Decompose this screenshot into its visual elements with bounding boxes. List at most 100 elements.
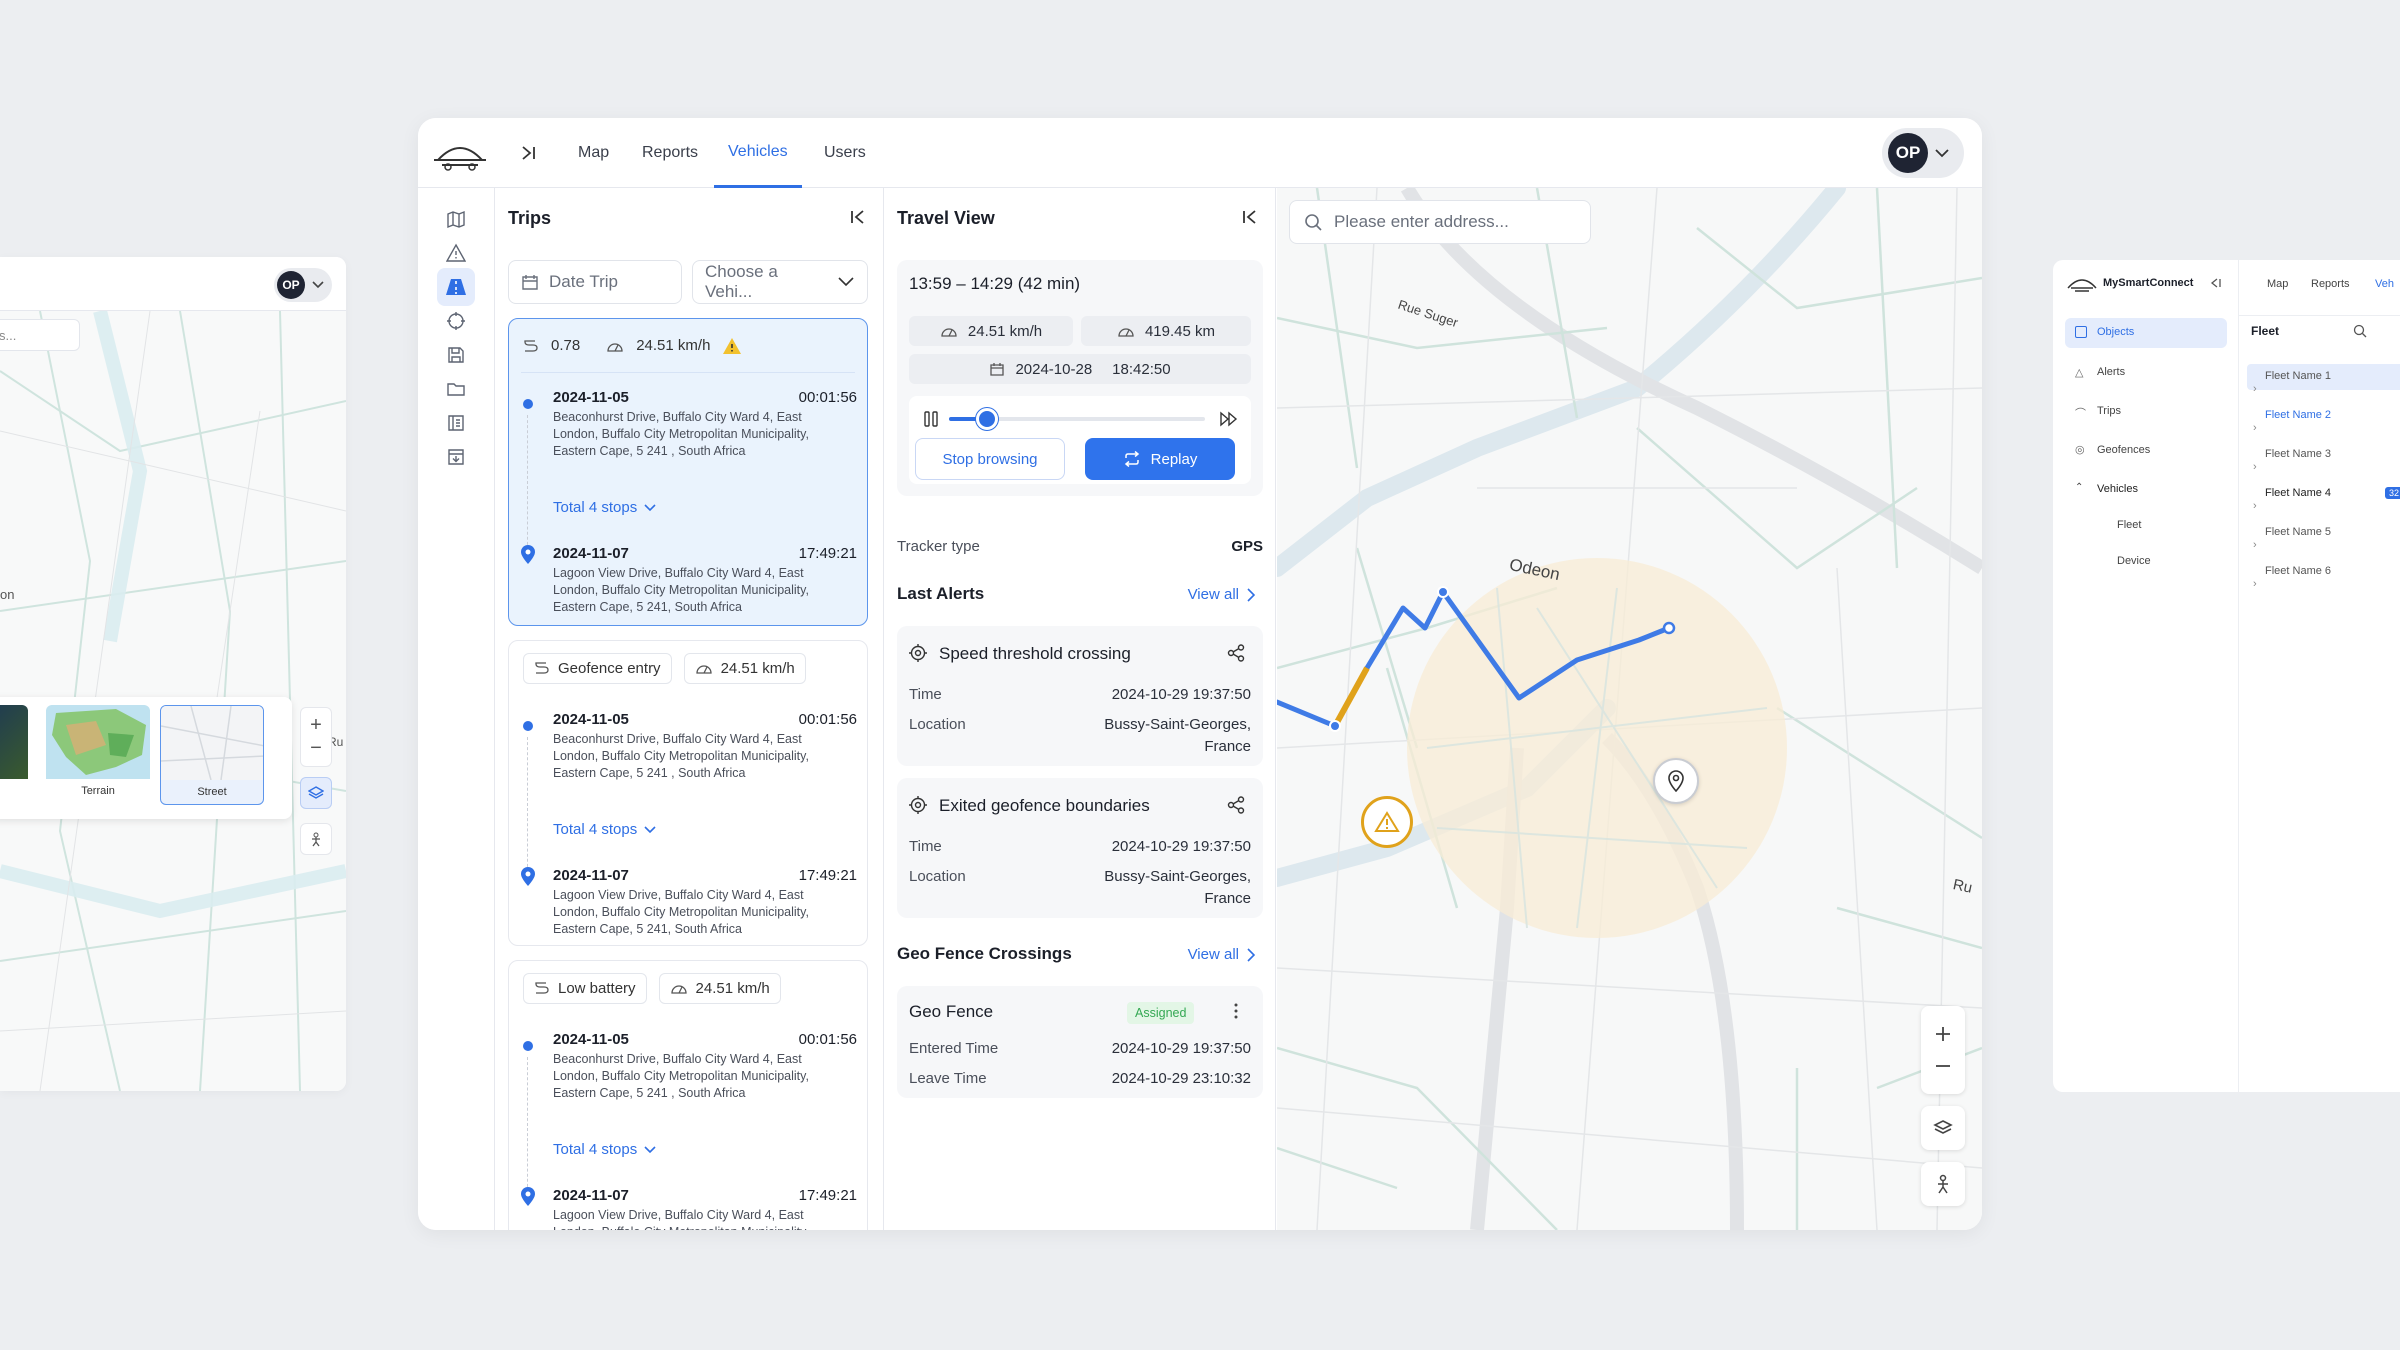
route-icon: [524, 339, 538, 352]
map-style-street[interactable]: Street: [160, 705, 264, 805]
sidebar-item-folders[interactable]: [437, 370, 475, 408]
share-icon[interactable]: [1227, 644, 1245, 662]
menu-item-device[interactable]: Device: [2117, 555, 2151, 567]
menu-item-trips[interactable]: Trips: [2097, 405, 2121, 417]
trips-title: Trips: [508, 208, 552, 228]
sidebar-item-map[interactable]: [437, 200, 475, 238]
tab-reports[interactable]: Reports: [2311, 278, 2350, 290]
travel-view-panel: Travel View 13:59 – 14:29 (42 min) 24.51…: [885, 188, 1276, 1230]
fleet-row[interactable]: Fleet Name 1: [2265, 370, 2331, 382]
replay-button[interactable]: Replay: [1085, 438, 1235, 480]
search-icon[interactable]: [2353, 324, 2367, 338]
chevron-right-icon: [1247, 587, 1255, 602]
geo-view-all-link[interactable]: View all: [1188, 946, 1255, 963]
map-style-satellite[interactable]: [0, 705, 28, 805]
zoom-out-icon[interactable]: −: [310, 737, 322, 760]
fleet-row[interactable]: Fleet Name 6: [2265, 565, 2331, 577]
layers-button[interactable]: [300, 777, 332, 809]
menu-item-fleet[interactable]: Fleet: [2117, 519, 2141, 531]
fleet-row[interactable]: Fleet Name 2: [2265, 409, 2331, 421]
expand-sidebar-icon[interactable]: [520, 144, 538, 162]
search-icon: [1305, 214, 1322, 231]
sidebar-item-reports[interactable]: [437, 404, 475, 442]
tab-map[interactable]: Map: [578, 118, 609, 188]
fleet-row[interactable]: Fleet Name 4: [2265, 487, 2331, 499]
menu-item-objects[interactable]: [2065, 318, 2227, 348]
stops-toggle[interactable]: Total 4 stops: [553, 821, 657, 838]
menu-item-vehicles[interactable]: Vehicles: [2097, 483, 2138, 495]
tab-map[interactable]: Map: [2267, 278, 2288, 290]
zoom-in-icon[interactable]: +: [310, 714, 322, 737]
map-view[interactable]: Rue Suger Odeon Ru Please enter address.…: [1277, 188, 1982, 1230]
menu-item-geofences[interactable]: Geofences: [2097, 444, 2150, 456]
chevron-up-icon[interactable]: ⌃: [2075, 482, 2083, 493]
tab-reports[interactable]: Reports: [642, 118, 698, 188]
fast-forward-icon[interactable]: [1219, 410, 1239, 428]
sidebar-item-trips[interactable]: [437, 268, 475, 306]
zoom-in-icon[interactable]: [1934, 1025, 1952, 1043]
route-waypoint[interactable]: [1437, 586, 1449, 598]
fleet-title: Fleet: [2251, 324, 2280, 338]
tab-users[interactable]: Users: [824, 118, 866, 188]
menu-item-alerts[interactable]: Alerts: [2097, 366, 2125, 378]
trip-card[interactable]: Geofence entry 24.51 km/h 2024-11-05 00:…: [508, 640, 868, 946]
geo-fence-card[interactable]: Geo Fence Assigned Entered Time 2024-10-…: [897, 986, 1263, 1098]
pegman-icon: [1938, 1174, 1948, 1194]
alert-location-line1: Bussy-Saint-Georges,: [1104, 716, 1251, 733]
user-menu[interactable]: OP: [1882, 128, 1964, 178]
fleet-row[interactable]: Fleet Name 3: [2265, 448, 2331, 460]
stops-toggle[interactable]: Total 4 stops: [553, 499, 657, 516]
stop-browsing-button[interactable]: Stop browsing: [915, 438, 1065, 480]
trip-card-header: 0.78 24.51 km/h: [521, 319, 855, 373]
tab-vehicles[interactable]: Veh: [2375, 278, 2394, 290]
sidebar-item-download[interactable]: [437, 438, 475, 476]
vehicle-select[interactable]: Choose a Vehi...: [692, 260, 868, 304]
right-panel-sidebar: MySmartConnect Objects △ Alerts ⌒ Trips …: [2053, 260, 2239, 1092]
address-search-input[interactable]: Please enter address...: [1289, 200, 1591, 244]
tab-vehicles[interactable]: Vehicles: [714, 118, 802, 188]
save-icon: [448, 347, 464, 363]
trip-card[interactable]: 0.78 24.51 km/h 2024-11-05 00:01:56 Beac…: [508, 318, 868, 626]
street-view-button[interactable]: [1921, 1162, 1965, 1206]
chevron-down-icon: [838, 277, 854, 287]
more-vertical-icon[interactable]: [1227, 1002, 1245, 1020]
share-icon[interactable]: [1227, 796, 1245, 814]
date-trip-input[interactable]: Date Trip: [508, 260, 682, 304]
collapse-panel-icon[interactable]: [848, 208, 866, 226]
sidebar-item-geofences[interactable]: [437, 302, 475, 340]
stops-toggle[interactable]: Total 4 stops: [553, 1141, 657, 1158]
pause-icon[interactable]: [923, 410, 939, 428]
fleet-row[interactable]: Fleet Name 5: [2265, 526, 2331, 538]
sidebar-item-alerts[interactable]: [437, 234, 475, 272]
alert-card[interactable]: Exited geofence boundaries Time 2024-10-…: [897, 778, 1263, 918]
street-map[interactable]: [1277, 188, 1982, 1230]
sidebar-item-save[interactable]: [437, 336, 475, 374]
street-view-button[interactable]: [300, 823, 332, 855]
route-end-point[interactable]: [1662, 621, 1676, 635]
end-date: 2024-11-07: [553, 1187, 629, 1204]
date-trip-placeholder: Date Trip: [549, 272, 618, 291]
layers-button[interactable]: [1921, 1106, 1965, 1150]
alert-marker[interactable]: [1361, 796, 1413, 848]
trip-card-header: Low battery 24.51 km/h: [509, 961, 867, 1015]
tracker-type-label: Tracker type: [897, 538, 980, 555]
zoom-out-icon[interactable]: [1934, 1057, 1952, 1075]
alert-time: 2024-10-29 19:37:50: [1111, 686, 1251, 703]
destination-marker[interactable]: [1653, 758, 1699, 804]
playback-thumb[interactable]: [976, 408, 999, 430]
alert-card[interactable]: Speed threshold crossing Time 2024-10-29…: [897, 626, 1263, 766]
end-date: 2024-11-07: [553, 867, 629, 884]
alert-title: Exited geofence boundaries: [939, 796, 1150, 815]
left-search-input[interactable]: s...: [0, 319, 80, 351]
collapse-icon[interactable]: [2209, 277, 2221, 289]
playback-card: 13:59 – 14:29 (42 min) 24.51 km/h 419.45…: [897, 260, 1263, 496]
collapse-panel-icon[interactable]: [1240, 208, 1258, 226]
trip-card[interactable]: Low battery 24.51 km/h 2024-11-05 00:01:…: [508, 960, 868, 1230]
alerts-view-all-link[interactable]: View all: [1188, 586, 1255, 603]
map-style-terrain[interactable]: Terrain: [46, 705, 150, 805]
chevron-down-icon: [312, 281, 324, 289]
logo-icon: [434, 147, 486, 171]
user-menu[interactable]: OP: [274, 268, 332, 302]
speedometer-icon: [941, 328, 957, 337]
route-start-point[interactable]: [1329, 720, 1341, 732]
